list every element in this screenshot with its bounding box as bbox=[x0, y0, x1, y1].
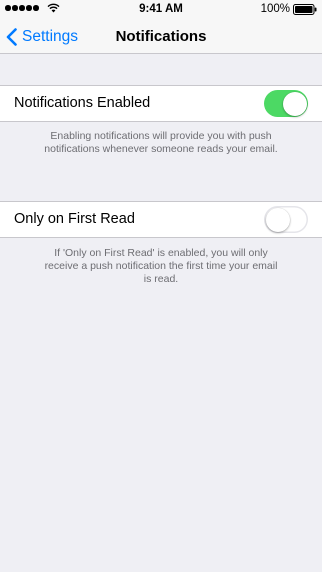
toggle-knob bbox=[282, 91, 307, 116]
notifications-screen: 9:41 AM 100% Settings Notifications Noti… bbox=[0, 0, 322, 572]
notifications-enabled-footer: Enabling notifications will provide you … bbox=[44, 130, 278, 155]
navigation-bar: Settings Notifications bbox=[0, 20, 322, 54]
setting-row-notifications-enabled: Notifications Enabled bbox=[0, 85, 322, 122]
setting-label: Notifications Enabled bbox=[14, 95, 151, 111]
chevron-left-icon bbox=[6, 28, 17, 46]
setting-row-only-first-read: Only on First Read bbox=[0, 201, 322, 238]
status-bar: 9:41 AM 100% bbox=[0, 0, 322, 20]
notifications-enabled-toggle[interactable] bbox=[264, 90, 308, 117]
back-button[interactable]: Settings bbox=[6, 20, 78, 54]
battery-percent: 100% bbox=[260, 3, 290, 15]
status-right: 100% bbox=[261, 3, 317, 15]
only-first-read-toggle[interactable] bbox=[264, 206, 308, 233]
back-label: Settings bbox=[22, 28, 79, 45]
only-first-read-footer: If 'Only on First Read' is enabled, you … bbox=[44, 247, 278, 285]
setting-label: Only on First Read bbox=[14, 211, 135, 227]
toggle-knob bbox=[265, 207, 290, 232]
battery-icon bbox=[293, 3, 317, 15]
